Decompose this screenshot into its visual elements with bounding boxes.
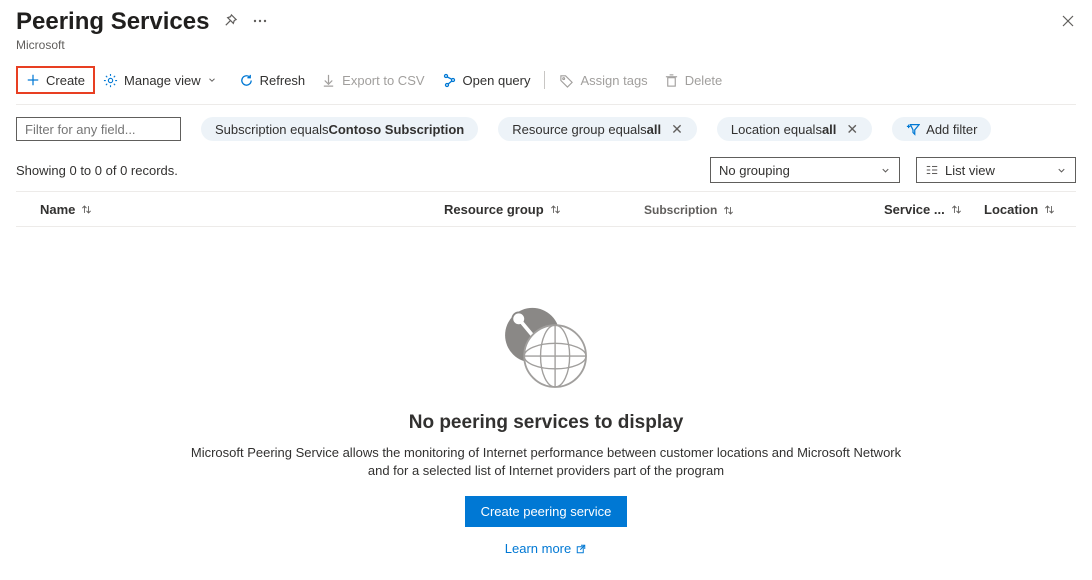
pill-sub-prefix: Subscription equals	[215, 122, 328, 137]
pill-rg-prefix: Resource group equals	[512, 122, 646, 137]
column-header-location[interactable]: Location	[984, 202, 1068, 217]
create-button[interactable]: Create	[16, 66, 95, 94]
open-query-button[interactable]: Open query	[433, 66, 539, 94]
col-sub-label: Subscription	[644, 203, 717, 217]
record-count: Showing 0 to 0 of 0 records.	[16, 163, 178, 178]
col-svc-label: Service ...	[884, 202, 945, 217]
col-name-label: Name	[40, 202, 75, 217]
col-loc-label: Location	[984, 202, 1038, 217]
export-csv-label: Export to CSV	[342, 73, 424, 88]
create-label: Create	[46, 73, 85, 88]
filter-pill-subscription[interactable]: Subscription equals Contoso Subscription	[201, 117, 478, 141]
export-csv-button: Export to CSV	[313, 66, 432, 94]
filter-pill-resource-group[interactable]: Resource group equals all ✕	[498, 117, 697, 141]
pill-rg-value: all	[647, 122, 661, 137]
manage-view-button[interactable]: Manage view	[95, 66, 231, 94]
column-header-name[interactable]: Name	[24, 202, 444, 217]
page-subtitle: Microsoft	[16, 38, 1076, 52]
manage-view-label: Manage view	[124, 73, 201, 88]
view-dropdown[interactable]: List view	[916, 157, 1076, 183]
open-query-label: Open query	[463, 73, 531, 88]
create-peering-service-button[interactable]: Create peering service	[465, 496, 628, 527]
view-value: List view	[945, 163, 995, 178]
close-icon[interactable]	[1060, 13, 1076, 32]
close-icon[interactable]: ✕	[671, 121, 683, 138]
grouping-value: No grouping	[719, 163, 790, 178]
col-rg-label: Resource group	[444, 202, 544, 217]
pin-icon[interactable]	[223, 13, 238, 31]
page-title: Peering Services	[16, 8, 209, 36]
grouping-dropdown[interactable]: No grouping	[710, 157, 900, 183]
delete-button: Delete	[656, 66, 731, 94]
filter-input[interactable]	[16, 117, 181, 141]
column-header-service[interactable]: Service ...	[884, 202, 984, 217]
delete-label: Delete	[685, 73, 723, 88]
pill-sub-value: Contoso Subscription	[328, 122, 464, 137]
add-filter-button[interactable]: Add filter	[892, 117, 991, 141]
learn-more-link[interactable]: Learn more	[505, 541, 587, 556]
filter-pill-location[interactable]: Location equals all ✕	[717, 117, 872, 141]
empty-description: Microsoft Peering Service allows the mon…	[186, 444, 906, 480]
pill-loc-value: all	[822, 122, 836, 137]
globe-icon	[491, 297, 601, 400]
learn-more-label: Learn more	[505, 541, 571, 556]
empty-title: No peering services to display	[16, 412, 1076, 434]
toolbar-separator	[544, 71, 545, 89]
close-icon[interactable]: ✕	[846, 121, 858, 138]
refresh-label: Refresh	[260, 73, 306, 88]
assign-tags-button: Assign tags	[551, 66, 655, 94]
more-icon[interactable]	[252, 13, 268, 32]
column-header-subscription[interactable]: Subscription	[644, 203, 884, 217]
add-filter-label: Add filter	[926, 122, 977, 137]
refresh-button[interactable]: Refresh	[231, 66, 314, 94]
column-header-resource-group[interactable]: Resource group	[444, 202, 644, 217]
pill-loc-prefix: Location equals	[731, 122, 822, 137]
assign-tags-label: Assign tags	[580, 73, 647, 88]
